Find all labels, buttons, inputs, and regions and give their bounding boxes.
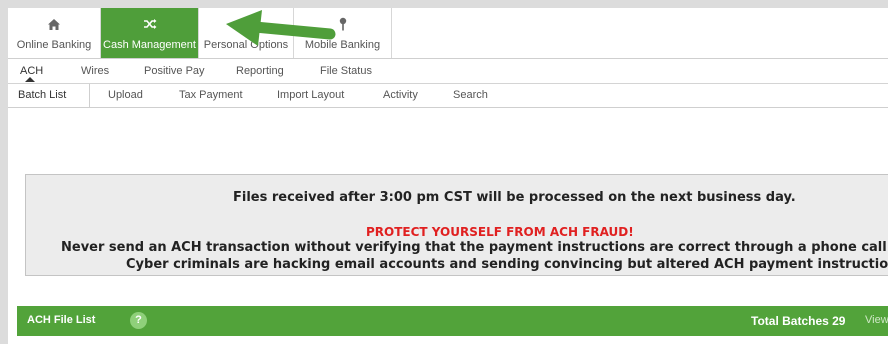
- annotation-arrow-icon: [226, 10, 336, 46]
